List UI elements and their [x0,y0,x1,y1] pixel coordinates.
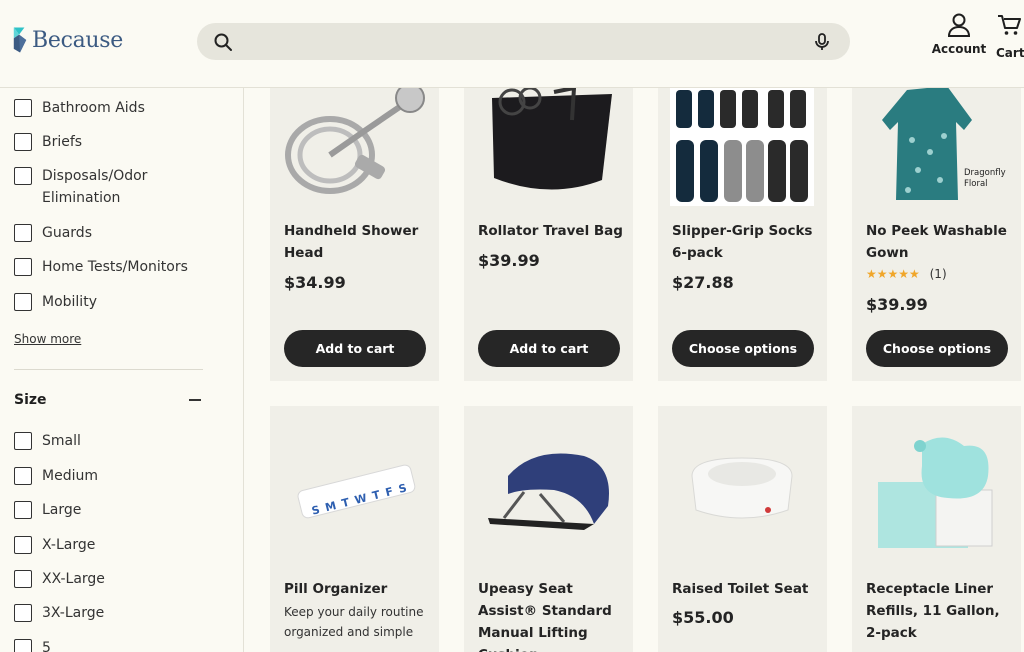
choose-options-button[interactable]: Choose options [672,330,814,367]
filter-size-3xlarge[interactable]: 3X-Large [14,604,192,624]
product-price: $27.88 [672,273,734,292]
product-card[interactable]: Dragonfly Floral No Peek Washable Gown ★… [852,60,1021,381]
pill-organizer-image[interactable]: SMTWTFS [270,406,439,566]
product-card[interactable]: Receptacle Liner Refills, 11 Gallon, 2-p… [852,406,1021,652]
user-icon [947,13,971,37]
filter-size-large[interactable]: Large [14,501,192,521]
cart-icon [998,15,1021,35]
product-card[interactable]: Slipper-Grip Socks 6-pack $27.88 Choose … [658,60,827,381]
filter-label: Small [42,433,81,449]
checkbox[interactable] [14,467,32,485]
filter-guards[interactable]: Guards [14,224,192,244]
checkbox[interactable] [14,536,32,554]
product-title[interactable]: Receptacle Liner Refills, 11 Gallon, 2-p… [866,578,1014,644]
product-title[interactable]: No Peek Washable Gown [866,220,1014,264]
product-title[interactable]: Rollator Travel Bag [478,220,626,242]
receptacle-liner-image[interactable] [852,406,1021,566]
product-card[interactable]: Upeasy Seat Assist® Standard Manual Lift… [464,406,633,652]
checkbox[interactable] [14,570,32,588]
filter-label: Mobility [42,294,97,310]
filter-briefs[interactable]: Briefs [14,133,192,153]
choose-options-button[interactable]: Choose options [866,330,1008,367]
filter-size-xlarge[interactable]: X-Large [14,536,192,556]
product-description: Keep your daily routine organized and si… [284,605,424,639]
search-bar[interactable] [197,23,850,60]
checkbox[interactable] [14,167,32,185]
site-header: Because Account Cart [0,0,1024,88]
toilet-seat-image[interactable] [658,406,827,566]
checkbox[interactable] [14,133,32,151]
filter-label: Bathroom Aids [42,100,145,116]
filter-label: Disposals/Odor Elimination [42,168,148,206]
filter-size-xxlarge[interactable]: XX-Large [14,570,192,590]
product-price: $39.99 [478,251,540,270]
account-label: Account [931,42,987,56]
product-title[interactable]: Pill Organizer [284,578,432,600]
filter-sidebar: Bathroom Aids Briefs Disposals/Odor Elim… [0,88,244,652]
filter-label: Medium [42,468,98,484]
product-card[interactable]: Rollator Travel Bag $39.99 Add to cart [464,60,633,381]
product-card[interactable]: Raised Toilet Seat $55.00 [658,406,827,652]
product-price: $34.99 [284,273,346,292]
filter-mobility[interactable]: Mobility [14,293,192,313]
checkbox[interactable] [14,258,32,276]
star-rating-icon: ★★★★★ [866,267,920,281]
lifting-cushion-image[interactable] [464,406,633,566]
product-title[interactable]: Upeasy Seat Assist® Standard Manual Lift… [478,578,626,652]
filter-bathroom-aids[interactable]: Bathroom Aids [14,99,192,119]
product-price: $39.99 [866,295,928,314]
account-link[interactable]: Account [930,12,988,56]
filter-label: 3X-Large [42,605,105,621]
checkbox[interactable] [14,99,32,117]
filter-size-medium[interactable]: Medium [14,467,192,487]
filter-home-tests[interactable]: Home Tests/Monitors [14,258,192,278]
product-card[interactable]: SMTWTFS Pill Organizer Keep your daily r… [270,406,439,652]
microphone-icon[interactable] [812,32,832,52]
product-title[interactable]: Raised Toilet Seat [672,578,820,600]
product-rating: ★★★★★ (1) [866,267,947,281]
checkbox[interactable] [14,501,32,519]
checkbox[interactable] [14,432,32,450]
add-to-cart-button[interactable]: Add to cart [284,330,426,367]
checkbox[interactable] [14,293,32,311]
collapse-minus-icon[interactable] [189,399,201,401]
checkbox[interactable] [14,224,32,242]
filter-size-small[interactable]: Small [14,432,192,452]
logo[interactable]: Because [12,24,123,56]
logo-mark-icon [13,27,27,53]
cart-label: Cart [996,46,1024,60]
filter-label: X-Large [42,537,96,553]
product-card[interactable]: Handheld Shower Head $34.99 Add to cart [270,60,439,381]
checkbox[interactable] [14,604,32,622]
show-more-link[interactable]: Show more [14,332,81,346]
filter-label: Briefs [42,134,83,150]
filter-label: Large [42,502,82,518]
search-icon[interactable] [213,32,233,52]
filter-label: XX-Large [42,571,105,587]
filter-disposals-odor[interactable]: Disposals/Odor Elimination [14,167,192,209]
product-title[interactable]: Handheld Shower Head [284,220,432,264]
checkbox[interactable] [14,639,32,652]
filter-size-5[interactable]: 5 [14,639,192,652]
filter-label: 5 [42,640,51,652]
filter-label: Guards [42,225,92,241]
product-price: $55.00 [672,608,734,627]
cart-link[interactable]: Cart [996,12,1024,60]
image-caption: Dragonfly Floral [964,168,1006,189]
logo-text: Because [32,27,124,53]
add-to-cart-button[interactable]: Add to cart [478,330,620,367]
divider [14,369,203,370]
rating-count: (1) [929,267,947,281]
filter-label: Home Tests/Monitors [42,259,188,275]
product-title[interactable]: Slipper-Grip Socks 6-pack [672,220,820,264]
size-filter-heading[interactable]: Size [14,392,47,408]
